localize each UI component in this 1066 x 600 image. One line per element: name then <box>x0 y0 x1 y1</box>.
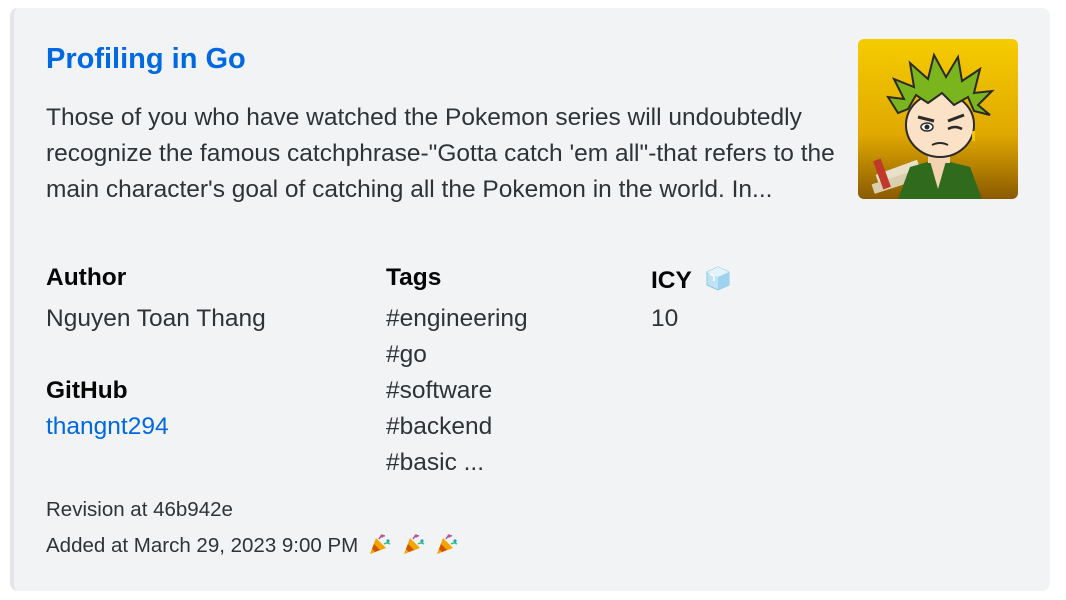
footer-added-text: Added at March 29, 2023 9:00 PM <box>46 534 359 557</box>
tag-item: #go <box>386 341 427 368</box>
tag-item: #software <box>386 377 493 404</box>
party-popper-icon <box>369 534 391 554</box>
field-author-value: Nguyen Toan Thang <box>46 305 266 332</box>
embed-description: Those of you who have watched the Pokemo… <box>46 104 835 203</box>
field-tags-list: #engineering #go #software #backend #bas… <box>386 301 528 481</box>
footer-added: Added at March 29, 2023 9:00 PM <box>46 532 459 558</box>
party-popper-icon <box>437 534 458 554</box>
anime-avatar-icon <box>871 52 995 199</box>
party-popper-icon <box>403 534 425 554</box>
tag-item: #basic ... <box>386 449 485 476</box>
field-author-name: Author <box>46 264 127 291</box>
field-icy-value: 10 <box>651 305 679 332</box>
footer-revision: Revision at 46b942e <box>46 498 233 521</box>
embed-title-link[interactable]: Profiling in Go <box>46 43 246 76</box>
tag-item: #backend <box>386 413 493 440</box>
field-icy-label: ICY <box>651 267 692 294</box>
article-embed-card: Profiling in Go Those of you who have wa… <box>10 8 1050 591</box>
embed-thumbnail[interactable] <box>858 39 1018 199</box>
github-profile-link[interactable]: thangnt294 <box>46 409 169 445</box>
field-tags-name: Tags <box>386 264 442 291</box>
ice-cube-icon <box>706 266 730 291</box>
tag-item: #engineering <box>386 305 528 332</box>
field-github-name: GitHub <box>46 377 128 404</box>
field-icy-name: ICY <box>651 264 732 295</box>
